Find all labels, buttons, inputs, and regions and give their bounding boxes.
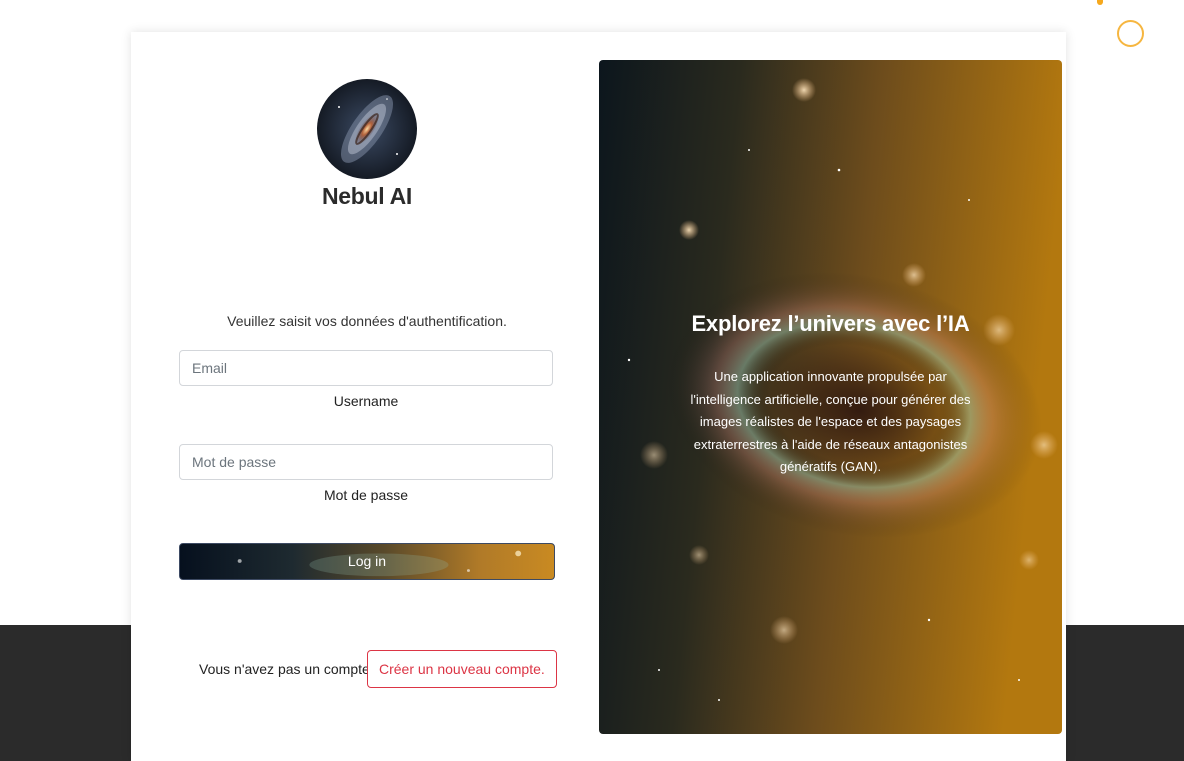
login-button-label: Log in [347, 553, 387, 569]
email-input[interactable] [179, 350, 553, 386]
promo-title: Explorez l’univers avec l’IA [691, 311, 970, 336]
password-input[interactable] [179, 444, 553, 480]
login-button[interactable]: Log in [179, 543, 555, 580]
galaxy-logo [317, 79, 417, 179]
decorative-ring-shape [1117, 20, 1144, 47]
login-card: Nebul AI Veuillez saisit vos données d'a… [131, 32, 1066, 761]
decorative-drop-shape [1097, 0, 1103, 5]
brand-name: Nebul AI [321, 183, 413, 209]
username-label: Username [333, 393, 399, 409]
signup-prompt: Vous n'avez pas un compte? [199, 661, 378, 677]
create-account-button[interactable]: Créer un nouveau compte. [367, 650, 557, 688]
login-panel: Nebul AI Veuillez saisit vos données d'a… [131, 32, 599, 761]
promo-description: Une application innovante propulsée par … [690, 369, 971, 474]
promo-panel: Explorez l’univers avec l’IA Une applica… [599, 60, 1062, 734]
password-label: Mot de passe [323, 487, 409, 503]
login-instructions: Veuillez saisit vos données d'authentifi… [227, 313, 507, 329]
signup-row: Vous n'avez pas un compte? Créer un nouv… [131, 650, 599, 688]
